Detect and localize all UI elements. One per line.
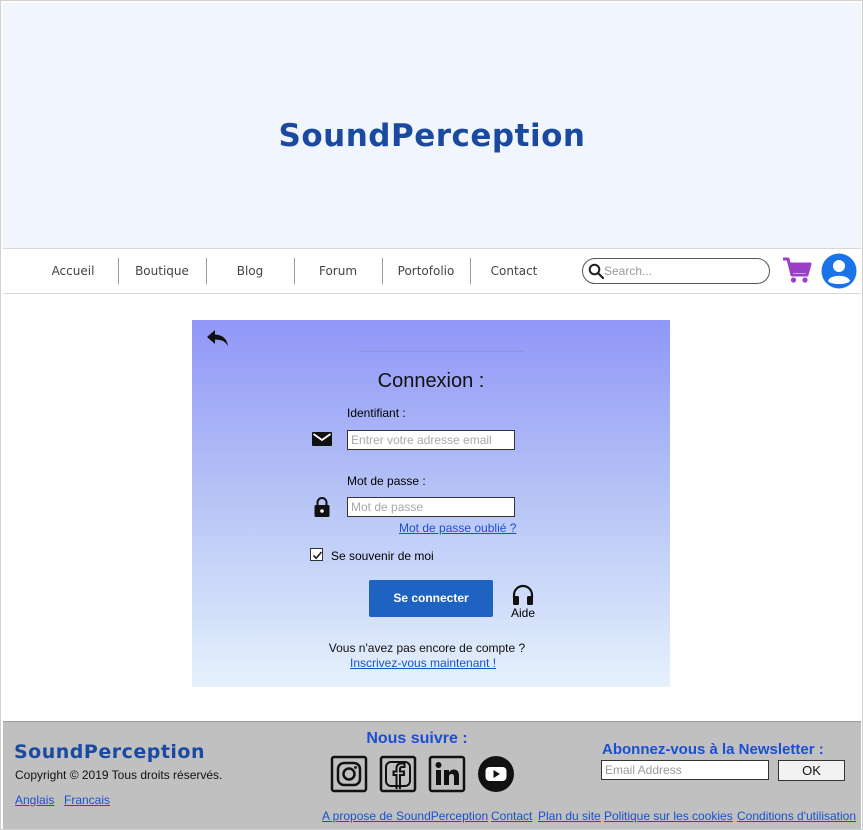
nav-separator (294, 258, 295, 284)
mail-icon (312, 432, 332, 446)
page-frame: SoundPerception Accueil Boutique Blog Fo… (0, 0, 863, 830)
search-icon[interactable] (588, 263, 604, 279)
site-header: SoundPerception (3, 3, 861, 248)
remember-me-checkbox[interactable] (310, 548, 323, 561)
newsletter-title: Abonnez-vous à la Newsletter : (602, 741, 824, 758)
site-footer: SoundPerception Copyright © 2019 Tous dr… (3, 721, 861, 829)
search-input[interactable] (604, 262, 764, 280)
newsletter-ok-button[interactable]: OK (778, 760, 845, 781)
search-box (582, 258, 770, 284)
footer-link-contact[interactable]: Contact (491, 809, 532, 823)
login-card: Connexion : Identifiant : Mot de passe :… (192, 320, 670, 687)
facebook-icon[interactable] (379, 755, 417, 793)
shopping-cart-icon[interactable] (781, 254, 813, 286)
headphones-icon (512, 584, 534, 605)
nav-item-boutique[interactable]: Boutique (127, 249, 197, 293)
nav-separator (382, 258, 383, 284)
email-field[interactable] (347, 430, 515, 450)
nav-item-forum[interactable]: Forum (303, 249, 373, 293)
footer-link-sitemap[interactable]: Plan du site (538, 809, 601, 823)
login-button[interactable]: Se connecter (369, 580, 493, 617)
footer-link-terms[interactable]: Conditions d'utilisation (737, 809, 856, 823)
password-field[interactable] (347, 497, 515, 517)
help-button[interactable]: Aide (508, 584, 538, 620)
linkedin-icon[interactable] (428, 755, 466, 793)
copyright-text: Copyright © 2019 Tous droits réservés. (15, 768, 223, 782)
nav-separator (118, 258, 119, 284)
identifier-label: Identifiant : (347, 406, 406, 420)
footer-link-cookies[interactable]: Politique sur les cookies (604, 809, 733, 823)
user-account-icon[interactable] (821, 253, 857, 289)
site-title: SoundPerception (278, 118, 586, 154)
no-account-text: Vous n'avez pas encore de compte ? (328, 641, 526, 655)
footer-brand: SoundPerception (14, 741, 205, 763)
forgot-password-link[interactable]: Mot de passe oublié ? (399, 521, 516, 535)
password-label: Mot de passe : (347, 474, 426, 488)
help-label: Aide (510, 606, 536, 620)
nav-separator (470, 258, 471, 284)
nav-item-contact[interactable]: Contact (479, 249, 549, 293)
main-nav: Accueil Boutique Blog Forum Portofolio C… (3, 248, 861, 294)
checkmark-icon (312, 551, 323, 560)
nav-item-accueil[interactable]: Accueil (43, 249, 103, 293)
language-link-french[interactable]: Francais (64, 793, 110, 807)
nav-separator (206, 258, 207, 284)
nav-item-blog[interactable]: Blog (215, 249, 285, 293)
card-divider (360, 351, 524, 352)
follow-title: Nous suivre : (366, 730, 468, 747)
language-link-english[interactable]: Anglais (15, 793, 54, 807)
instagram-icon[interactable] (330, 755, 368, 793)
lock-icon (314, 497, 330, 517)
signup-link[interactable]: Inscrivez-vous maintenant ! (350, 656, 496, 670)
youtube-icon[interactable] (477, 755, 515, 793)
footer-link-about[interactable]: A propose de SoundPerception (322, 809, 488, 823)
back-arrow-icon[interactable] (206, 328, 230, 348)
login-title: Connexion : (377, 370, 485, 392)
remember-me-label: Se souvenir de moi (331, 549, 434, 563)
newsletter-email-field[interactable] (601, 760, 769, 780)
nav-item-portofolio[interactable]: Portofolio (391, 249, 461, 293)
